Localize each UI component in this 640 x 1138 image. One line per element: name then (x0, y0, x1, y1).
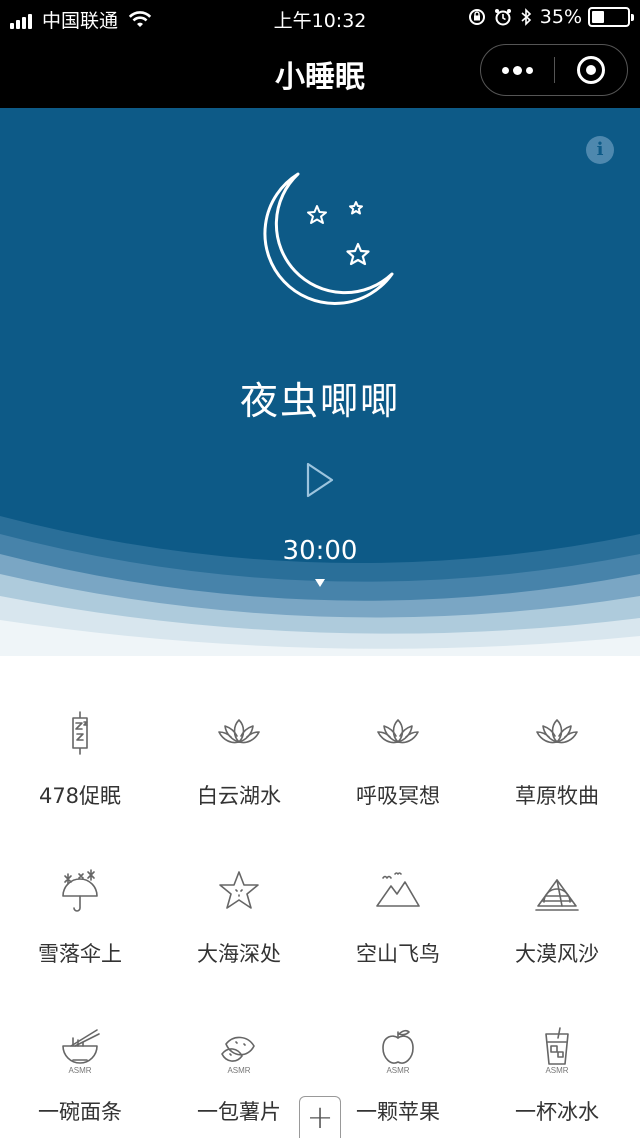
rotation-lock-icon (468, 8, 486, 26)
track-title: 夜虫唧唧 (239, 379, 400, 423)
svg-text:ASMR: ASMR (545, 1066, 568, 1074)
status-bar: 中国联通 上午10:32 35% (0, 0, 640, 36)
sound-item[interactable]: 呼吸冥想 (318, 656, 478, 808)
sound-item-label: 雪落伞上 (38, 942, 122, 966)
battery-icon (588, 7, 634, 27)
sound-item-label: 空山飞鸟 (356, 942, 440, 966)
sound-item-label: 一包薯片 (197, 1100, 281, 1124)
player-hero: i 夜虫唧唧 30:00 (0, 108, 640, 656)
lotus-icon (214, 708, 264, 758)
sound-item-label: 一颗苹果 (356, 1100, 440, 1124)
alarm-icon (494, 8, 512, 26)
svg-text:ASMR: ASMR (68, 1066, 91, 1074)
timer-display[interactable]: 30:00 (0, 536, 640, 566)
mini-program-close-icon[interactable] (555, 45, 628, 95)
sound-grid: 478促眠 白云湖水 呼吸冥想 草原牧曲雪落伞上 大海深处 空山飞鸟 大漠风沙 ASMR 一碗面… (0, 656, 640, 1138)
sound-item-label: 一碗面条 (38, 1100, 122, 1124)
moon-stars-icon (263, 172, 394, 305)
chips-icon: ASMR (214, 1024, 264, 1075)
sound-item-label: 呼吸冥想 (356, 784, 440, 808)
sound-item[interactable]: 空山飞鸟 (318, 814, 478, 966)
sound-item-label: 478促眠 (38, 784, 122, 808)
sound-item-label: 大海深处 (197, 942, 281, 966)
sound-item[interactable]: 雪落伞上 (0, 814, 160, 966)
sound-item[interactable]: 草原牧曲 (477, 656, 637, 808)
battery-percent: 35% (539, 6, 582, 28)
sound-item[interactable]: ASMR 一碗面条 (0, 972, 160, 1124)
starfish-icon (214, 866, 264, 916)
snow-umbrella-icon (55, 866, 105, 916)
pyramid-sun-icon (532, 866, 582, 916)
sound-item-label: 一杯冰水 (515, 1100, 599, 1124)
sound-item-label: 大漠风沙 (515, 942, 599, 966)
svg-text:ASMR: ASMR (386, 1066, 409, 1074)
sleep-zzz-icon (55, 708, 105, 758)
bluetooth-icon (520, 8, 532, 26)
sound-item[interactable]: ASMR 一包薯片 (159, 972, 319, 1124)
sound-item[interactable]: ASMR 一杯冰水 (477, 972, 637, 1124)
sound-item[interactable]: 大漠风沙 (477, 814, 637, 966)
lotus-icon (373, 708, 423, 758)
apple-icon: ASMR (373, 1024, 423, 1075)
lotus-icon (532, 708, 582, 758)
mini-program-capsule (480, 44, 628, 96)
nav-bar: 小睡眠 (0, 36, 640, 108)
sound-item-label: 草原牧曲 (515, 784, 599, 808)
mountain-birds-icon (373, 866, 423, 916)
sound-item-label: 白云湖水 (197, 784, 281, 808)
ice-water-icon: ASMR (532, 1024, 582, 1075)
chevron-down-icon[interactable] (314, 578, 326, 588)
sound-item[interactable]: 大海深处 (159, 814, 319, 966)
add-button[interactable]: + (299, 1096, 341, 1138)
svg-text:ASMR: ASMR (227, 1066, 250, 1074)
sound-item[interactable]: 478促眠 (0, 656, 160, 808)
more-dots-icon[interactable] (481, 45, 554, 95)
sound-item[interactable]: 白云湖水 (159, 656, 319, 808)
sound-item[interactable]: ASMR 一颗苹果 (318, 972, 478, 1124)
play-button[interactable] (300, 458, 340, 502)
info-icon[interactable]: i (586, 136, 614, 164)
noodle-bowl-icon: ASMR (55, 1024, 105, 1075)
